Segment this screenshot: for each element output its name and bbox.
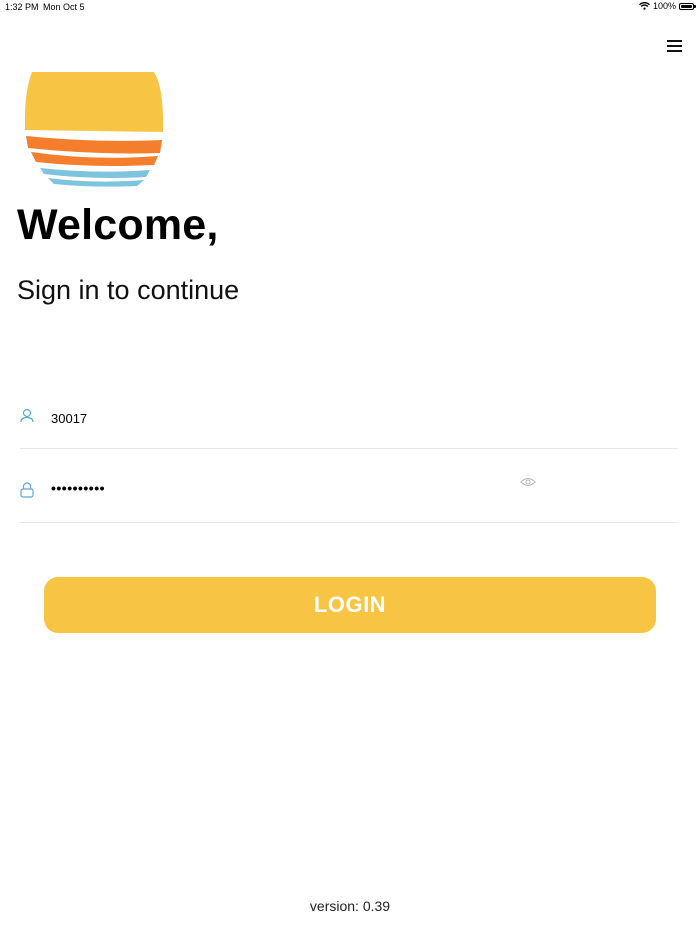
login-button[interactable]: LOGIN [44, 577, 656, 633]
lock-icon [20, 482, 34, 503]
username-field-row [20, 400, 678, 449]
status-time: 1:32 PM [5, 2, 39, 12]
menu-line [667, 45, 682, 47]
eye-icon[interactable] [520, 475, 536, 493]
version-label: version: 0.39 [309, 898, 391, 914]
menu-line [667, 50, 682, 52]
wifi-icon [639, 2, 650, 10]
user-icon [20, 408, 34, 429]
sunset-logo [24, 72, 164, 193]
password-field-row: •••••••••• [20, 472, 678, 523]
battery-icon [679, 2, 696, 10]
menu-line [667, 40, 682, 42]
page-subtitle: Sign in to continue [17, 275, 240, 305]
status-indicators: 100% [639, 1, 696, 11]
status-date: Mon Oct 5 [43, 2, 85, 12]
battery-percent: 100% [652, 1, 676, 11]
page-title: Welcome, [17, 201, 219, 249]
password-input[interactable]: •••••••••• [51, 480, 105, 496]
status-bar: 1:32 PM Mon Oct 5 100% [0, 0, 700, 14]
hamburger-menu-icon[interactable] [664, 37, 686, 55]
username-input[interactable] [51, 409, 501, 427]
battery-fill [681, 4, 692, 8]
